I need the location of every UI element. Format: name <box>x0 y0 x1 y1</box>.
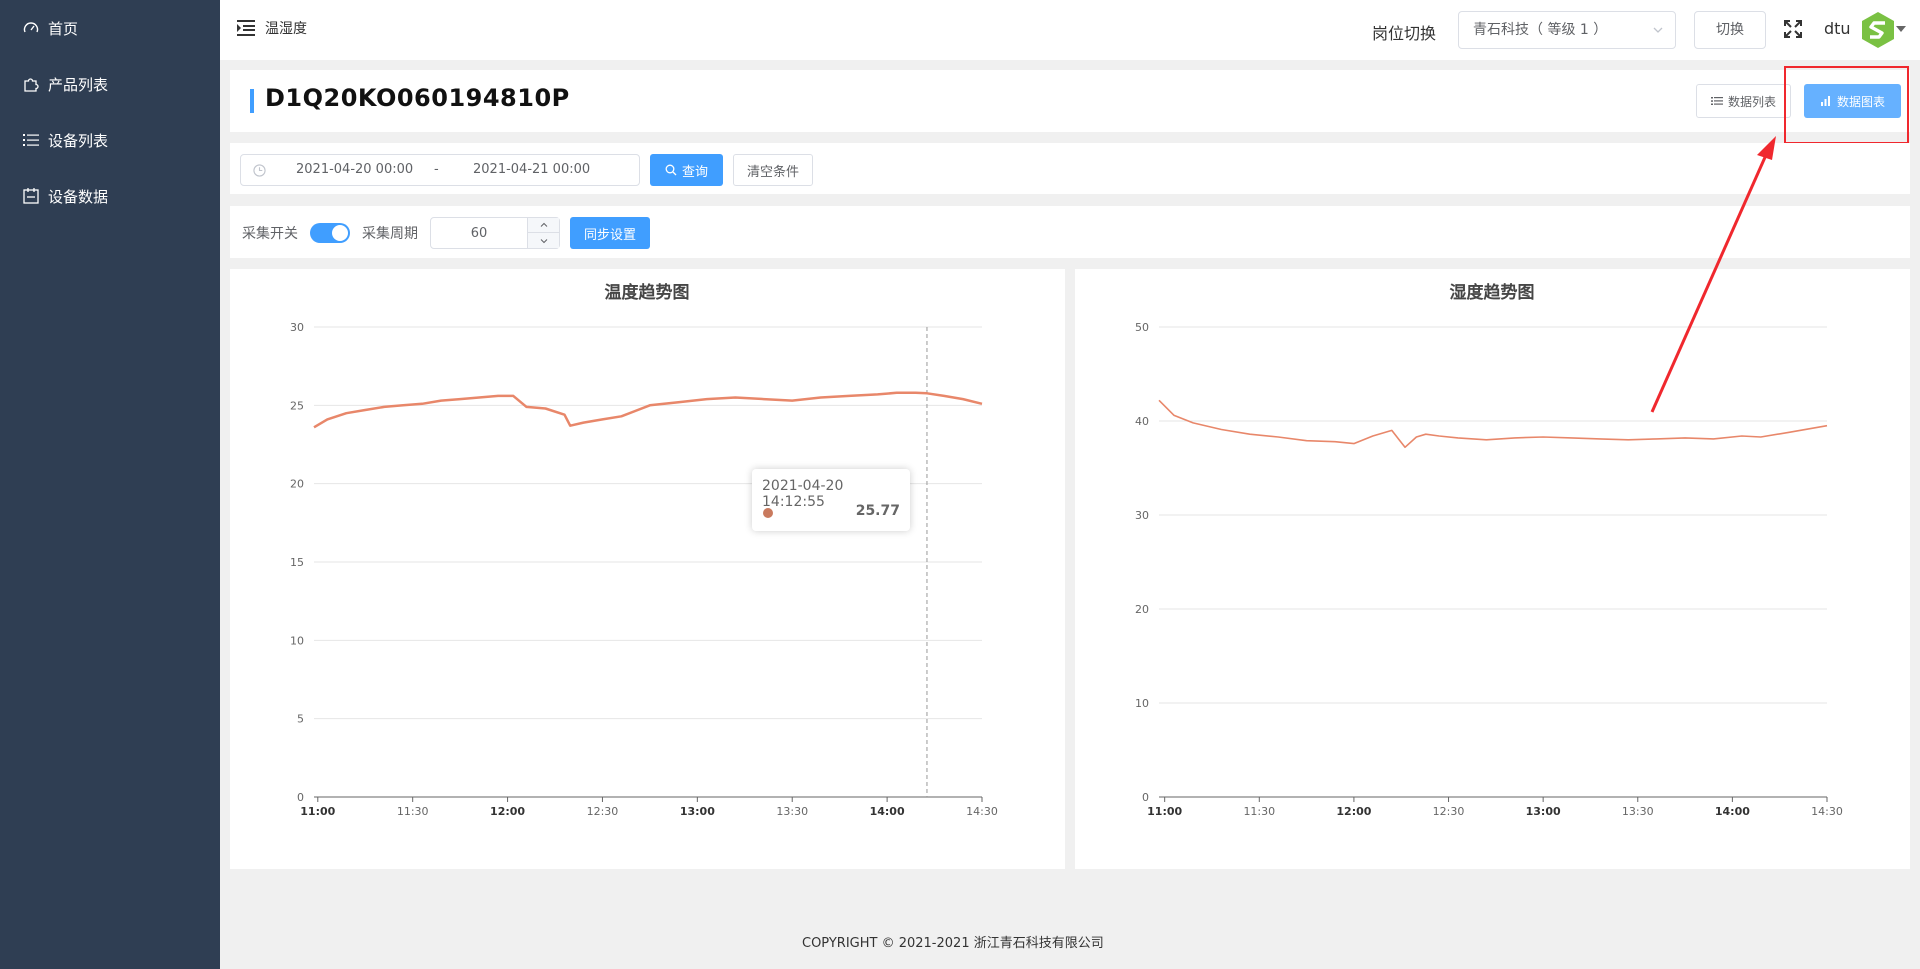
sidebar-item-label: 设备数据 <box>48 187 109 206</box>
list-icon <box>22 131 40 149</box>
data-list-button[interactable]: 数据列表 <box>1696 84 1791 118</box>
period-stepper <box>430 217 560 249</box>
filter-panel: 2021-04-20 00:00 - 2021-04-21 00:00 查询 清… <box>230 143 1910 194</box>
chart-title: 温度趋势图 <box>605 282 690 303</box>
sidebar-item-devices[interactable]: 设备列表 <box>0 112 220 168</box>
search-icon <box>665 164 677 176</box>
series-line <box>313 391 983 429</box>
x-tick-label: 11:30 <box>1243 805 1275 818</box>
stepper-decrease-button[interactable] <box>527 233 559 248</box>
x-tick-label: 14:30 <box>966 805 998 818</box>
y-tick-label: 15 <box>290 556 304 569</box>
y-tick-label: 30 <box>1135 509 1149 522</box>
role-select-value: 青石科技（ 等级 1 ） <box>1473 22 1608 38</box>
x-tick-label: 12:00 <box>490 805 525 818</box>
y-tick-label: 40 <box>1135 415 1149 428</box>
y-tick-label: 5 <box>297 713 304 726</box>
series-line <box>1158 399 1828 449</box>
top-header: 温湿度 岗位切换 青石科技（ 等级 1 ） 切换 dtu <box>220 0 1920 60</box>
query-button[interactable]: 查询 <box>650 154 723 186</box>
x-tick-label: 11:30 <box>397 805 429 818</box>
sidebar: 首页 产品列表 设备列表 设备数据 <box>0 0 220 969</box>
y-tick-label: 0 <box>1142 791 1149 804</box>
menu-fold-icon[interactable] <box>236 18 256 38</box>
humidity-chart: 湿度趋势图 0 10 20 30 40 50 11:00 11:30 12:00 12:30 13:0… <box>1135 282 1843 818</box>
fullscreen-icon[interactable] <box>1783 19 1803 39</box>
x-tick-label: 12:30 <box>1433 805 1465 818</box>
collect-settings-panel: 采集开关 采集周期 同步设置 <box>230 206 1910 258</box>
stepper-increase-button[interactable] <box>527 218 559 233</box>
x-tick-label: 13:30 <box>1622 805 1654 818</box>
y-tick-label: 25 <box>290 399 304 412</box>
role-select[interactable]: 青石科技（ 等级 1 ） <box>1458 11 1676 49</box>
clear-conditions-button[interactable]: 清空条件 <box>733 154 813 186</box>
y-tick-label: 30 <box>290 321 304 334</box>
collect-toggle[interactable] <box>310 223 350 243</box>
temperature-chart-panel: 温度趋势图 0 5 10 15 20 25 30 11:00 11:30 12:00 12:30 13:… <box>230 269 1065 869</box>
title-accent-bar <box>250 89 254 113</box>
page-title: D1Q20KO060194810P <box>265 84 570 112</box>
x-tick-label: 14:00 <box>870 805 905 818</box>
x-tick-label: 13:00 <box>680 805 715 818</box>
username[interactable]: dtu <box>1824 19 1851 38</box>
tooltip-series-dot <box>763 508 773 518</box>
start-date-input[interactable]: 2021-04-20 00:00 <box>296 162 413 177</box>
chevron-down-icon <box>1653 27 1663 33</box>
sidebar-item-home[interactable]: 首页 <box>0 0 220 56</box>
y-tick-label: 50 <box>1135 321 1149 334</box>
y-tick-label: 10 <box>290 634 304 647</box>
list-icon <box>1710 97 1723 105</box>
sidebar-item-label: 产品列表 <box>48 75 109 94</box>
breadcrumb: 温湿度 <box>265 21 307 37</box>
collect-switch-label: 采集开关 <box>242 226 298 242</box>
dashboard-icon <box>22 19 40 37</box>
puzzle-icon <box>22 75 40 93</box>
chart-tooltip: 2021-04-20 14:12:55 25.77 <box>752 469 910 531</box>
x-tick-label: 11:00 <box>1147 805 1182 818</box>
tooltip-value: 25.77 <box>855 503 900 519</box>
date-separator: - <box>434 162 439 177</box>
toggle-knob <box>332 225 348 241</box>
sidebar-item-label: 设备列表 <box>48 131 109 150</box>
y-tick-label: 20 <box>1135 603 1149 616</box>
calendar-icon <box>22 187 40 205</box>
chevron-up-icon <box>540 222 547 227</box>
chevron-down-icon <box>540 238 547 243</box>
role-switch-label: 岗位切换 <box>1372 24 1437 43</box>
end-date-input[interactable]: 2021-04-21 00:00 <box>473 162 590 177</box>
chart-title: 湿度趋势图 <box>1450 282 1535 303</box>
sidebar-item-products[interactable]: 产品列表 <box>0 56 220 112</box>
y-tick-label: 0 <box>297 791 304 804</box>
x-tick-label: 13:00 <box>1526 805 1561 818</box>
sidebar-item-device-data[interactable]: 设备数据 <box>0 168 220 224</box>
x-tick-label: 14:00 <box>1715 805 1750 818</box>
date-range-picker[interactable]: 2021-04-20 00:00 - 2021-04-21 00:00 <box>240 154 640 186</box>
x-tick-label: 14:30 <box>1811 805 1843 818</box>
temperature-chart: 温度趋势图 0 5 10 15 20 25 30 11:00 11:30 12:00 12:30 13:… <box>290 282 998 818</box>
x-tick-label: 11:00 <box>300 805 335 818</box>
y-tick-label: 20 <box>290 478 304 491</box>
caret-down-icon[interactable] <box>1896 26 1906 32</box>
y-tick-label: 10 <box>1135 697 1149 710</box>
x-tick-label: 13:30 <box>776 805 808 818</box>
avatar[interactable] <box>1858 10 1898 50</box>
annotation-highlight-box <box>1784 66 1909 144</box>
data-list-button-label: 数据列表 <box>1727 94 1776 109</box>
sync-settings-button[interactable]: 同步设置 <box>570 217 650 249</box>
query-button-label: 查询 <box>681 164 708 180</box>
collect-period-label: 采集周期 <box>362 226 418 242</box>
x-tick-label: 12:00 <box>1336 805 1371 818</box>
title-panel: D1Q20KO060194810P 数据列表 数据图表 <box>230 70 1910 132</box>
humidity-chart-panel: 湿度趋势图 0 10 20 30 40 50 11:00 11:30 12:00 12:30 13:0… <box>1075 269 1910 869</box>
footer-copyright: COPYRIGHT © 2021-2021 浙江青石科技有限公司 <box>802 936 1104 951</box>
brand-logo-icon <box>1862 12 1894 48</box>
x-tick-label: 12:30 <box>587 805 619 818</box>
period-input[interactable] <box>431 218 527 248</box>
switch-button[interactable]: 切换 <box>1694 11 1766 49</box>
sidebar-item-label: 首页 <box>48 19 79 38</box>
clock-icon <box>253 164 266 177</box>
